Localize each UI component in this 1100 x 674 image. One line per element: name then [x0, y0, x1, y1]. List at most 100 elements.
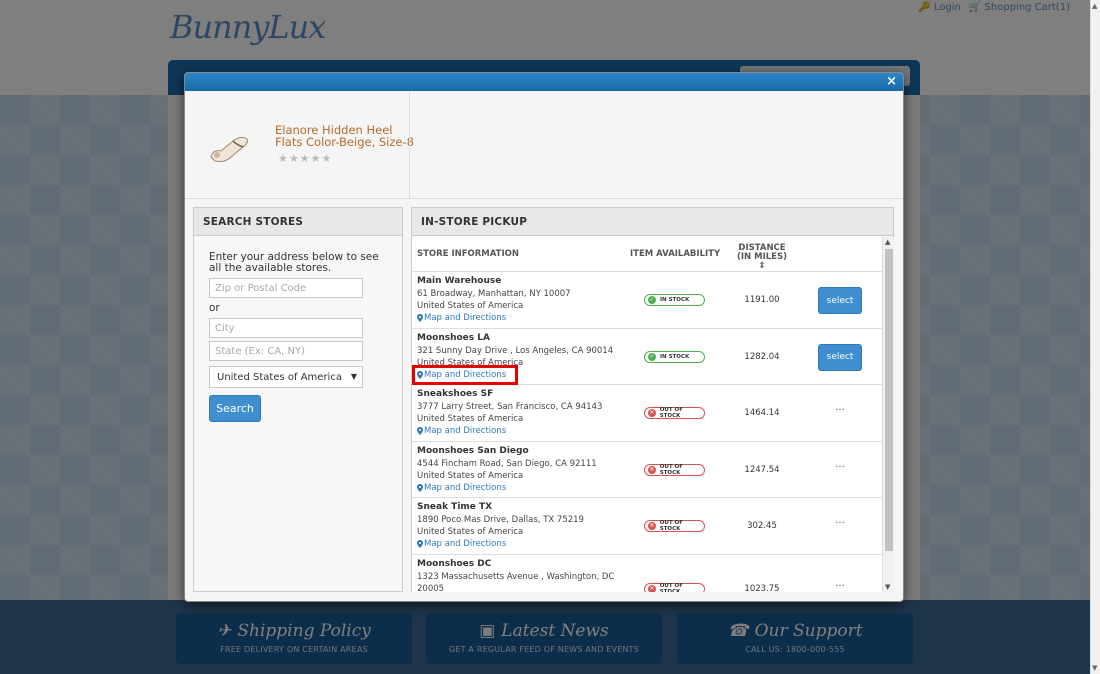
stores-table: STORE INFORMATION ITEM AVAILABILITY DIST… [412, 237, 882, 592]
scrollbar-thumb[interactable] [885, 249, 893, 551]
no-action: ··· [835, 461, 845, 473]
x-icon: ✕ [648, 522, 656, 530]
status-badge: ✕ OUT OF STOCK [644, 582, 705, 593]
store-name: Moonshoes DC [417, 558, 492, 569]
check-icon: ✓ [648, 296, 656, 304]
map-directions-link[interactable]: Map and Directions [417, 313, 506, 323]
table-row: Moonshoes San Diego 4544 Fincham Road, S… [412, 442, 882, 498]
table-row: Main Warehouse 61 Broadway, Manhattan, N… [412, 272, 882, 329]
status-label: OUT OF STOCK [659, 582, 683, 593]
star-icon: ★ [288, 152, 299, 165]
table-row: Moonshoes DC 1323 Massachusetts Avenue ,… [412, 555, 882, 593]
store-address: 4544 Fincham Road, San Diego, CA 92111 [417, 458, 597, 469]
product-image [210, 136, 248, 162]
status-label: IN STOCK [660, 297, 690, 303]
store-name: Moonshoes San Diego [417, 445, 529, 456]
product-summary: Elanore Hidden Heel Flats Color-Beige, S… [185, 91, 903, 199]
map-pin-icon [417, 540, 423, 548]
map-directions-link[interactable]: Map and Directions [417, 539, 506, 549]
store-distance: 1191.00 [744, 295, 780, 305]
divider [409, 91, 410, 199]
store-distance: 1282.04 [744, 351, 780, 362]
status-label: OUT OF STOCK [659, 407, 683, 419]
no-action: ··· [835, 580, 845, 592]
store-name: Moonshoes LA [417, 332, 490, 343]
store-address: 321 Sunny Day Drive , Los Angeles, CA 90… [417, 345, 614, 356]
city-input[interactable] [209, 318, 363, 338]
star-icon: ★ [321, 152, 332, 165]
country-value: United States of America [217, 372, 342, 383]
status-badge: ✕ OUT OF STOCK [644, 520, 705, 532]
scroll-up-icon[interactable]: ▲ [1092, 2, 1097, 10]
check-icon: ✓ [648, 352, 656, 361]
status-badge: ✓ IN STOCK [644, 350, 705, 363]
select-store-button[interactable]: select [818, 343, 862, 371]
store-name: Sneak Time TX [417, 502, 493, 512]
store-pickup-modal: × Elanore Hidden Heel Flats Color-Beige,… [184, 72, 904, 602]
map-directions-link[interactable]: Map and Directions [417, 426, 506, 436]
country-select[interactable]: United States of America ▼ [209, 366, 363, 388]
in-store-pickup-panel: IN-STORE PICKUP STORE INFORMATION ITEM A… [411, 207, 894, 592]
highlight-box [412, 364, 518, 385]
state-input[interactable] [209, 341, 363, 361]
table-row: Sneak Time TX 1890 Poco Mas Drive, Dalla… [412, 498, 882, 555]
sort-icon[interactable]: ⇕ [758, 261, 765, 271]
search-stores-panel: SEARCH STORES Enter your address below t… [193, 207, 403, 592]
map-pin-icon [417, 314, 423, 322]
no-action: ··· [835, 405, 845, 416]
status-badge: ✕ OUT OF STOCK [644, 463, 705, 476]
in-store-pickup-heading: IN-STORE PICKUP [412, 208, 893, 236]
store-address: 1890 Poco Mas Drive, Dallas, TX 75219 [417, 515, 584, 525]
search-button[interactable]: Search [209, 395, 261, 422]
table-scrollbar[interactable]: ▲ ▼ [882, 237, 894, 592]
table-row: Moonshoes LA 321 Sunny Day Drive , Los A… [412, 329, 882, 385]
star-icon: ★ [299, 152, 310, 165]
col-store-information: STORE INFORMATION [417, 249, 519, 259]
store-country: United States of America [417, 527, 524, 537]
map-directions-label: Map and Directions [424, 313, 507, 323]
map-directions-label: Map and Directions [424, 426, 507, 436]
or-label: or [209, 302, 220, 314]
map-pin-icon [417, 483, 423, 492]
select-store-button[interactable]: select [818, 287, 862, 314]
close-icon[interactable]: × [886, 74, 897, 90]
store-distance: 1023.75 [744, 583, 780, 593]
page-scrollbar[interactable]: ▲ ▼ [1090, 0, 1100, 674]
x-icon: ✕ [648, 409, 656, 417]
modal-header: × [185, 73, 903, 91]
store-name: Main Warehouse [417, 276, 502, 286]
x-icon: ✕ [648, 465, 656, 474]
scroll-down-icon[interactable]: ▼ [885, 583, 890, 591]
status-badge: ✕ OUT OF STOCK [644, 407, 705, 419]
store-address: 1323 Massachusetts Avenue , Washington, … [417, 571, 615, 582]
scroll-up-icon[interactable]: ▲ [885, 238, 890, 246]
scroll-down-icon[interactable]: ▼ [1092, 664, 1097, 672]
col-item-availability: ITEM AVAILABILITY [630, 249, 721, 259]
star-icon: ★ [310, 152, 321, 165]
map-directions-label: Map and Directions [424, 482, 507, 493]
caret-down-icon: ▼ [350, 372, 357, 381]
star-icon: ★ [278, 152, 288, 165]
store-name: Sneakshoes SF [417, 389, 494, 399]
col-distance[interactable]: DISTANCE (IN MILES) ⇕ [737, 244, 787, 271]
search-stores-heading: SEARCH STORES [194, 208, 402, 236]
status-label: OUT OF STOCK [659, 463, 683, 476]
store-country: United States of America [417, 301, 524, 311]
store-address: 3777 Larry Street, San Francisco, CA 941… [417, 402, 603, 412]
product-title[interactable]: Elanore Hidden Heel Flats Color-Beige, S… [275, 124, 415, 148]
map-pin-icon [417, 427, 423, 435]
zip-input[interactable] [209, 278, 363, 298]
store-country: 20005 [417, 583, 445, 593]
map-directions-label: Map and Directions [424, 539, 507, 549]
store-distance: 1247.54 [744, 464, 780, 475]
no-action: ··· [835, 518, 845, 529]
store-country: United States of America [417, 414, 524, 424]
map-directions-link[interactable]: Map and Directions [417, 483, 506, 493]
table-row: Sneakshoes SF 3777 Larry Street, San Fra… [412, 385, 882, 442]
store-distance: 302.45 [747, 521, 777, 531]
product-rating: ★ ★ ★ ★ ★ [278, 153, 331, 164]
x-icon: ✕ [648, 584, 656, 592]
status-badge: ✓ IN STOCK [644, 294, 705, 306]
store-address: 61 Broadway, Manhattan, NY 10007 [417, 289, 571, 299]
store-country: United States of America [417, 470, 524, 481]
